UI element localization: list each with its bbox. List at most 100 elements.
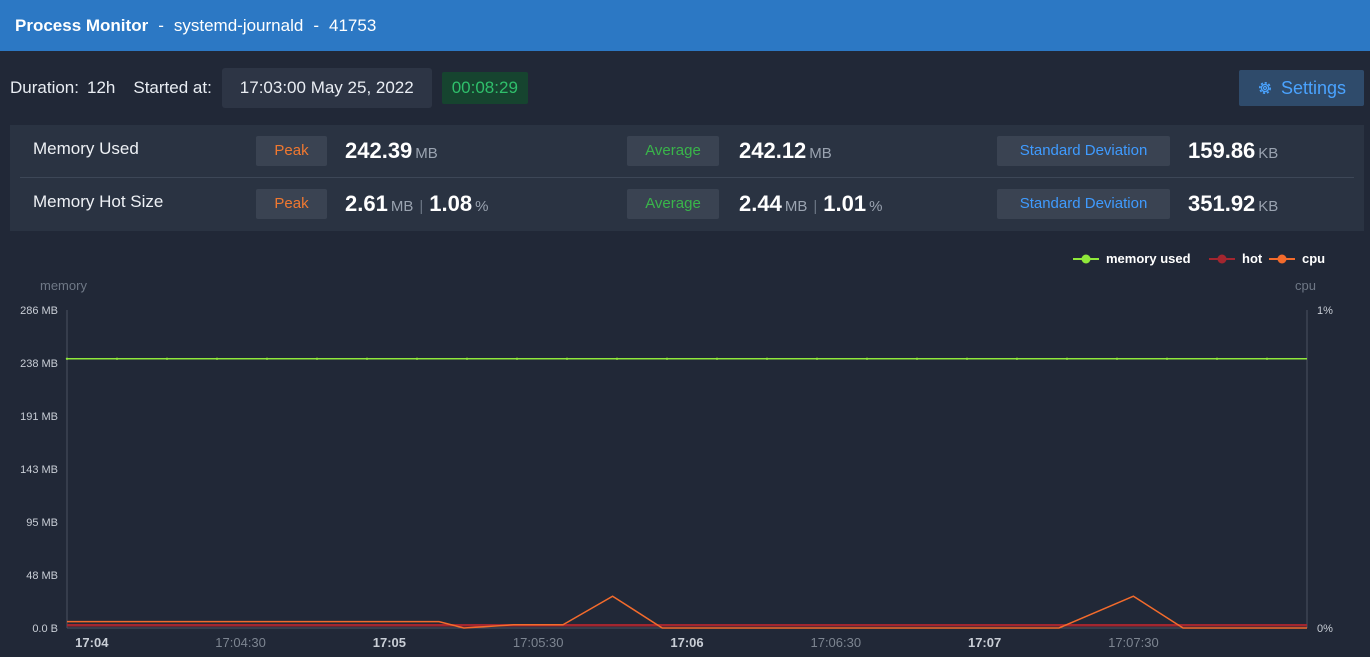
memory-point bbox=[115, 357, 119, 361]
memory-point bbox=[515, 357, 519, 361]
average-value: 2.44 MB | 1.01% bbox=[739, 191, 882, 217]
average-value: 242.12 MB bbox=[739, 138, 832, 164]
memory-point bbox=[615, 357, 619, 361]
peak-value: 2.61 MB | 1.08% bbox=[345, 191, 488, 217]
average-number: 242.12 bbox=[739, 138, 807, 163]
peak-unit: MB bbox=[415, 145, 438, 162]
x-tick-label: 17:06:30 bbox=[810, 635, 861, 650]
title-bar: Process Monitor - systemd-journald - 417… bbox=[0, 0, 1370, 51]
memory-point bbox=[1065, 357, 1069, 361]
stats-row-memory-used: Memory Used Peak 242.39 MB Average 242.12… bbox=[10, 125, 1364, 178]
x-tick-label: 17:05 bbox=[373, 635, 406, 650]
memory-point bbox=[715, 357, 719, 361]
peak-unit: MB bbox=[390, 198, 414, 215]
legend-marker bbox=[1217, 254, 1227, 264]
gear-icon bbox=[1258, 82, 1271, 94]
std-dev-number: 351.92 bbox=[1188, 191, 1256, 216]
stats-row-memory-hot-size: Memory Hot Size Peak 2.61 MB | 1.08% Averag… bbox=[10, 178, 1364, 231]
duration-value: 12h bbox=[86, 78, 116, 97]
legend-label: hot bbox=[1242, 251, 1263, 266]
x-tick-label: 17:05:30 bbox=[513, 635, 564, 650]
x-tick-label: 17:07:30 bbox=[1108, 635, 1159, 650]
memory-point bbox=[565, 357, 569, 361]
stats-panel: Memory Used Peak 242.39 MB Average 242.12… bbox=[10, 125, 1364, 231]
value-separator: | bbox=[813, 198, 818, 215]
percent-unit: % bbox=[475, 198, 489, 215]
std-dev-badge: Standard Deviation bbox=[997, 136, 1170, 166]
started-at-value: 17:03:00 May 25, 2022 bbox=[221, 68, 432, 108]
std-dev-unit: KB bbox=[1258, 198, 1279, 215]
memory-point bbox=[1115, 357, 1119, 361]
average-unit: MB bbox=[809, 145, 832, 162]
elapsed-timer: 00:08:29 bbox=[441, 72, 528, 104]
peak-number: 242.39 bbox=[345, 138, 413, 163]
y-tick-label: 95 MB bbox=[26, 517, 58, 529]
info-bar: Duration: 12h Started at: 17:03:00 May 2… bbox=[0, 51, 1370, 125]
started-label: Started at: bbox=[133, 78, 212, 97]
memory-point bbox=[165, 357, 169, 361]
x-tick-label: 17:04 bbox=[75, 635, 109, 650]
memory-point bbox=[465, 357, 469, 361]
std-dev-unit: KB bbox=[1258, 145, 1279, 162]
legend-label: cpu bbox=[1302, 251, 1325, 266]
peak-value: 242.39 MB bbox=[345, 138, 438, 164]
average-unit: MB bbox=[784, 198, 808, 215]
average-badge: Average bbox=[627, 136, 719, 166]
memory-point bbox=[215, 357, 219, 361]
value-separator: | bbox=[419, 198, 424, 215]
y2-tick-label: 1% bbox=[1317, 305, 1333, 317]
x-tick-label: 17:06 bbox=[670, 635, 703, 650]
std-dev-value: 159.86 KB bbox=[1188, 138, 1278, 164]
settings-label: Settings bbox=[1280, 77, 1347, 98]
row-label: Memory Used bbox=[33, 139, 139, 158]
memory-point bbox=[765, 357, 769, 361]
percent-unit: % bbox=[869, 198, 883, 215]
y-tick-label: 143 MB bbox=[20, 464, 58, 476]
average-badge: Average bbox=[627, 189, 719, 219]
legend-marker bbox=[1277, 254, 1287, 264]
legend-marker bbox=[1081, 254, 1091, 264]
memory-point bbox=[915, 357, 919, 361]
y2-tick-label: 0% bbox=[1317, 623, 1333, 635]
app-title: Process Monitor bbox=[15, 15, 149, 35]
std-dev-badge: Standard Deviation bbox=[997, 189, 1170, 219]
peak-percent: 1.08 bbox=[429, 191, 473, 216]
peak-number: 2.61 bbox=[345, 191, 388, 216]
memory-point bbox=[315, 357, 319, 361]
average-percent: 1.01 bbox=[823, 191, 867, 216]
series-line-cpu bbox=[67, 595, 1307, 629]
y-tick-label: 286 MB bbox=[20, 305, 58, 317]
process-name: systemd-journald bbox=[173, 15, 304, 35]
y-tick-label: 0.0 B bbox=[32, 623, 58, 635]
average-number: 2.44 bbox=[739, 191, 782, 216]
memory-point bbox=[815, 357, 819, 361]
std-dev-value: 351.92 KB bbox=[1188, 191, 1278, 217]
y-tick-label: 238 MB bbox=[20, 358, 58, 370]
memory-point bbox=[65, 357, 69, 361]
memory-point bbox=[665, 357, 669, 361]
memory-point bbox=[365, 357, 369, 361]
process-pid: 41753 bbox=[329, 15, 377, 35]
memory-point bbox=[1265, 357, 1269, 361]
memory-point bbox=[1015, 357, 1019, 361]
x-tick-label: 17:07 bbox=[968, 635, 1001, 650]
title-separator: - bbox=[313, 15, 319, 35]
settings-button[interactable]: Settings bbox=[1239, 70, 1364, 106]
left-axis-label: memory bbox=[40, 278, 87, 293]
duration-label: Duration: bbox=[10, 78, 79, 97]
memory-point bbox=[265, 357, 269, 361]
y-tick-label: 191 MB bbox=[20, 411, 58, 423]
memory-cpu-chart: memory cpu 0.0 B 48 MB 95 MB 143 MB 191 MB 238 … bbox=[20, 251, 1333, 650]
right-axis-label: cpu bbox=[1295, 278, 1316, 293]
memory-point bbox=[1215, 357, 1219, 361]
title-separator: - bbox=[158, 15, 164, 35]
memory-point bbox=[865, 357, 869, 361]
memory-point bbox=[415, 357, 419, 361]
legend-label: memory used bbox=[1106, 251, 1191, 266]
x-tick-label: 17:04:30 bbox=[215, 635, 266, 650]
memory-point bbox=[965, 357, 969, 361]
y-tick-label: 48 MB bbox=[26, 570, 58, 582]
memory-point bbox=[1165, 357, 1169, 361]
std-dev-number: 159.86 bbox=[1188, 138, 1256, 163]
peak-badge: Peak bbox=[256, 136, 327, 166]
